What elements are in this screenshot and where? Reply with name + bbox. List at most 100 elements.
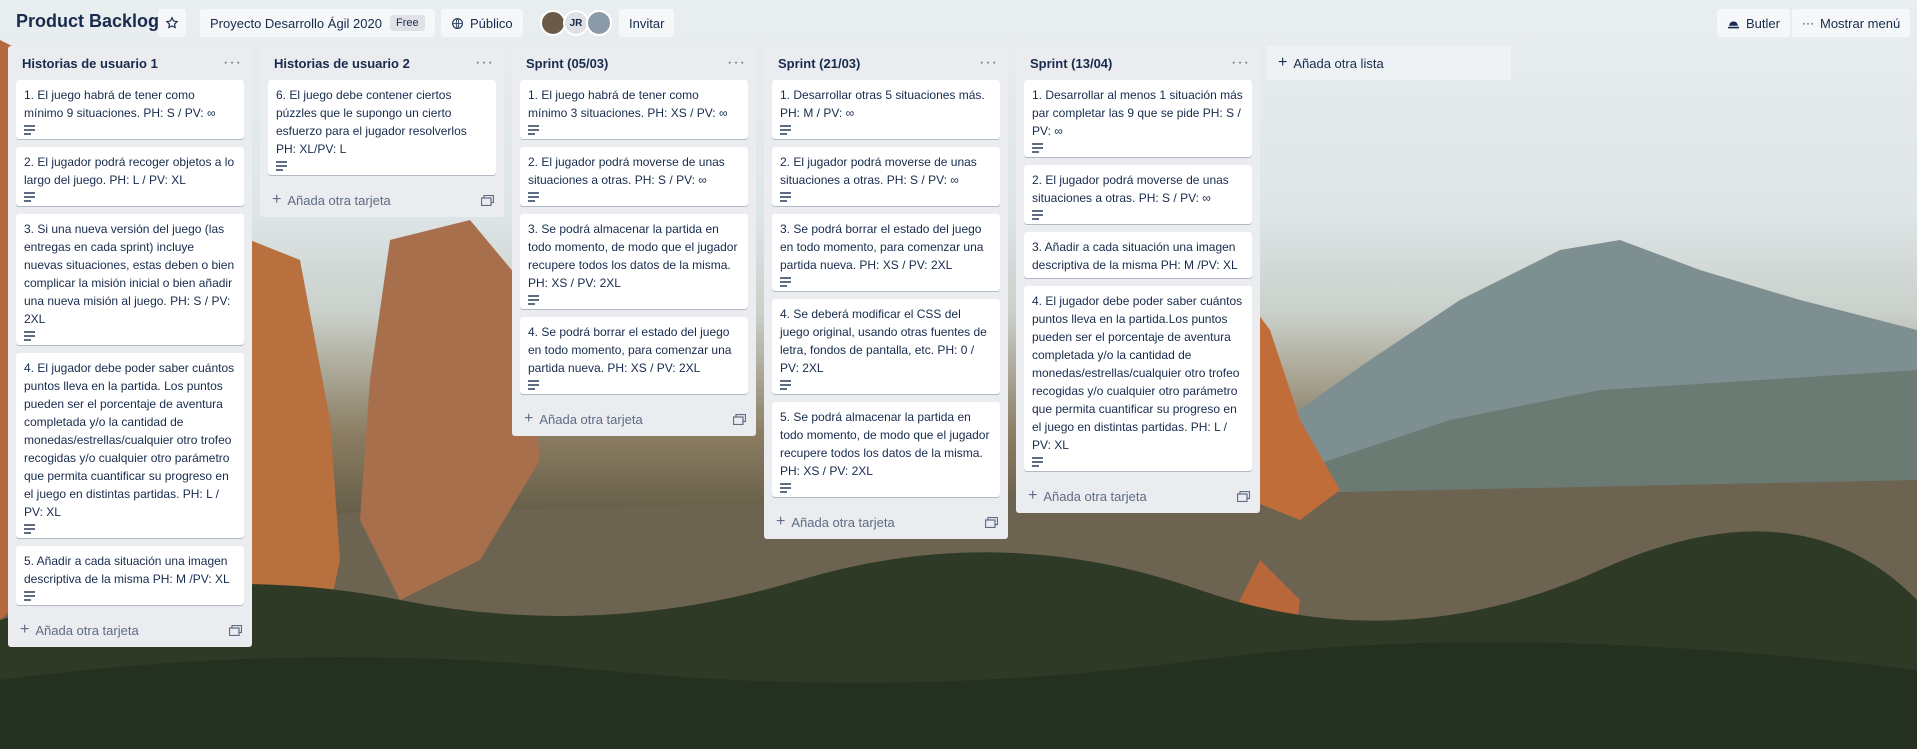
board-header: Product Backlog Proyecto Desarrollo Ágil… <box>0 0 1917 44</box>
list-menu-icon[interactable]: ··· <box>979 55 998 71</box>
butler-icon <box>1728 21 1739 29</box>
list-header[interactable]: Historias de usuario 1 ··· <box>8 46 252 80</box>
description-icon <box>780 125 791 135</box>
card-title: 1. El juego habrá de tener como mínimo 9… <box>24 88 216 120</box>
show-menu-label: Mostrar menú <box>1820 15 1901 31</box>
add-card-button[interactable]: + Añada otra tarjeta <box>1016 479 1260 513</box>
add-card-label: Añada otra tarjeta <box>791 514 895 530</box>
description-icon <box>24 591 35 601</box>
card[interactable]: 4. Se deberá modificar el CSS del juego … <box>772 299 1000 394</box>
card-title: 3. Añadir a cada situación una imagen de… <box>1032 240 1238 272</box>
list-title[interactable]: Sprint (13/04) <box>1030 56 1112 71</box>
add-list-label: Añada otra lista <box>1293 55 1384 71</box>
visibility-button[interactable]: Público <box>441 9 523 37</box>
star-icon <box>165 16 179 29</box>
butler-button[interactable]: Butler <box>1717 9 1790 37</box>
list-historias-2: Historias de usuario 2 ··· 6. El juego d… <box>260 46 504 217</box>
member-avatar[interactable] <box>586 10 612 36</box>
list-sprint-0503: Sprint (05/03) ··· 1. El juego habrá de … <box>512 46 756 436</box>
list-title[interactable]: Sprint (05/03) <box>526 56 608 71</box>
list-title[interactable]: Historias de usuario 1 <box>22 56 158 71</box>
card[interactable]: 4. El jugador debe poder saber cuántos p… <box>16 353 244 538</box>
visibility-label: Público <box>470 15 513 31</box>
card[interactable]: 2. El jugador podrá moverse de unas situ… <box>520 147 748 206</box>
card-template-icon[interactable] <box>481 194 494 206</box>
description-icon <box>528 295 539 305</box>
list-menu-icon[interactable]: ··· <box>223 55 242 71</box>
card[interactable]: 2. El jugador podrá moverse de unas situ… <box>772 147 1000 206</box>
card-title: 4. El jugador debe poder saber cuántos p… <box>1032 294 1243 452</box>
plus-icon: + <box>20 621 30 638</box>
card-template-icon[interactable] <box>1237 490 1250 502</box>
butler-label: Butler <box>1746 15 1780 31</box>
description-icon <box>24 125 35 135</box>
card[interactable]: 2. El jugador podrá recoger objetos a lo… <box>16 147 244 206</box>
description-icon <box>780 277 791 287</box>
list-sprint-1304: Sprint (13/04) ··· 1. Desarrollar al men… <box>1016 46 1260 513</box>
add-card-button[interactable]: + Añada otra tarjeta <box>260 183 504 217</box>
show-menu-button[interactable]: ··· Mostrar menú <box>1792 9 1911 37</box>
description-icon <box>1032 210 1043 220</box>
list-header[interactable]: Sprint (05/03) ··· <box>512 46 756 80</box>
plus-icon: + <box>1028 487 1038 504</box>
card-title: 3. Se podrá borrar el estado del juego e… <box>780 222 984 272</box>
list-sprint-2103: Sprint (21/03) ··· 1. Desarrollar otras … <box>764 46 1008 539</box>
card[interactable]: 3. Si una nueva versión del juego (las e… <box>16 214 244 345</box>
list-menu-icon[interactable]: ··· <box>475 55 494 71</box>
add-card-label: Añada otra tarjeta <box>35 622 139 638</box>
card[interactable]: 1. El juego habrá de tener como mínimo 3… <box>520 80 748 139</box>
invite-button[interactable]: Invitar <box>619 9 675 37</box>
list-menu-icon[interactable]: ··· <box>1231 55 1250 71</box>
card-title: 1. El juego habrá de tener como mínimo 3… <box>528 88 728 120</box>
globe-icon <box>452 17 463 29</box>
list-header[interactable]: Historias de usuario 2 ··· <box>260 46 504 80</box>
card[interactable]: 6. El juego debe contener ciertos púzzle… <box>268 80 496 175</box>
add-card-label: Añada otra tarjeta <box>1043 488 1147 504</box>
star-button[interactable] <box>158 9 186 37</box>
card-title: 2. El jugador podrá moverse de unas situ… <box>780 155 977 187</box>
plus-icon: + <box>1278 54 1288 71</box>
description-icon <box>1032 457 1043 467</box>
plus-icon: + <box>524 410 534 427</box>
add-card-button[interactable]: + Añada otra tarjeta <box>8 613 252 647</box>
card[interactable]: 4. Se podrá borrar el estado del juego e… <box>520 317 748 394</box>
card-title: 1. Desarrollar al menos 1 situación más … <box>1032 88 1243 138</box>
card[interactable]: 1. El juego habrá de tener como mínimo 9… <box>16 80 244 139</box>
card-title: 4. Se deberá modificar el CSS del juego … <box>780 307 987 375</box>
card-title: 3. Se podrá almacenar la partida en todo… <box>528 222 738 290</box>
list-header[interactable]: Sprint (13/04) ··· <box>1016 46 1260 80</box>
card[interactable]: 3. Añadir a cada situación una imagen de… <box>1024 232 1252 278</box>
card-template-icon[interactable] <box>985 516 998 528</box>
description-icon <box>24 192 35 202</box>
card[interactable]: 2. El jugador podrá moverse de unas situ… <box>1024 165 1252 224</box>
add-card-button[interactable]: + Añada otra tarjeta <box>512 402 756 436</box>
workspace-name: Proyecto Desarrollo Ágil 2020 <box>210 15 382 31</box>
card-template-icon[interactable] <box>229 624 242 636</box>
card[interactable]: 3. Se podrá almacenar la partida en todo… <box>520 214 748 309</box>
workspace-button[interactable]: Proyecto Desarrollo Ágil 2020 Free <box>200 9 435 37</box>
list-header[interactable]: Sprint (21/03) ··· <box>764 46 1008 80</box>
add-card-button[interactable]: + Añada otra tarjeta <box>764 505 1008 539</box>
description-icon <box>780 380 791 390</box>
card-title: 2. El jugador podrá recoger objetos a lo… <box>24 155 235 187</box>
add-card-label: Añada otra tarjeta <box>287 192 391 208</box>
description-icon <box>528 380 539 390</box>
more-icon: ··· <box>1802 16 1814 30</box>
description-icon <box>780 483 791 493</box>
card[interactable]: 1. Desarrollar otras 5 situaciones más. … <box>772 80 1000 139</box>
description-icon <box>528 125 539 135</box>
list-menu-icon[interactable]: ··· <box>727 55 746 71</box>
card[interactable]: 4. El jugador debe poder saber cuántos p… <box>1024 286 1252 471</box>
add-list-button[interactable]: + Añada otra lista <box>1266 46 1511 80</box>
card[interactable]: 5. Se podrá almacenar la partida en todo… <box>772 402 1000 497</box>
card-title: 5. Se podrá almacenar la partida en todo… <box>780 410 990 478</box>
card[interactable]: 5. Añadir a cada situación una imagen de… <box>16 546 244 605</box>
board-title[interactable]: Product Backlog <box>16 11 159 32</box>
list-title[interactable]: Sprint (21/03) <box>778 56 860 71</box>
card[interactable]: 3. Se podrá borrar el estado del juego e… <box>772 214 1000 291</box>
card-template-icon[interactable] <box>733 413 746 425</box>
list-title[interactable]: Historias de usuario 2 <box>274 56 410 71</box>
description-icon <box>24 331 35 341</box>
description-icon <box>276 161 287 171</box>
card[interactable]: 1. Desarrollar al menos 1 situación más … <box>1024 80 1252 157</box>
